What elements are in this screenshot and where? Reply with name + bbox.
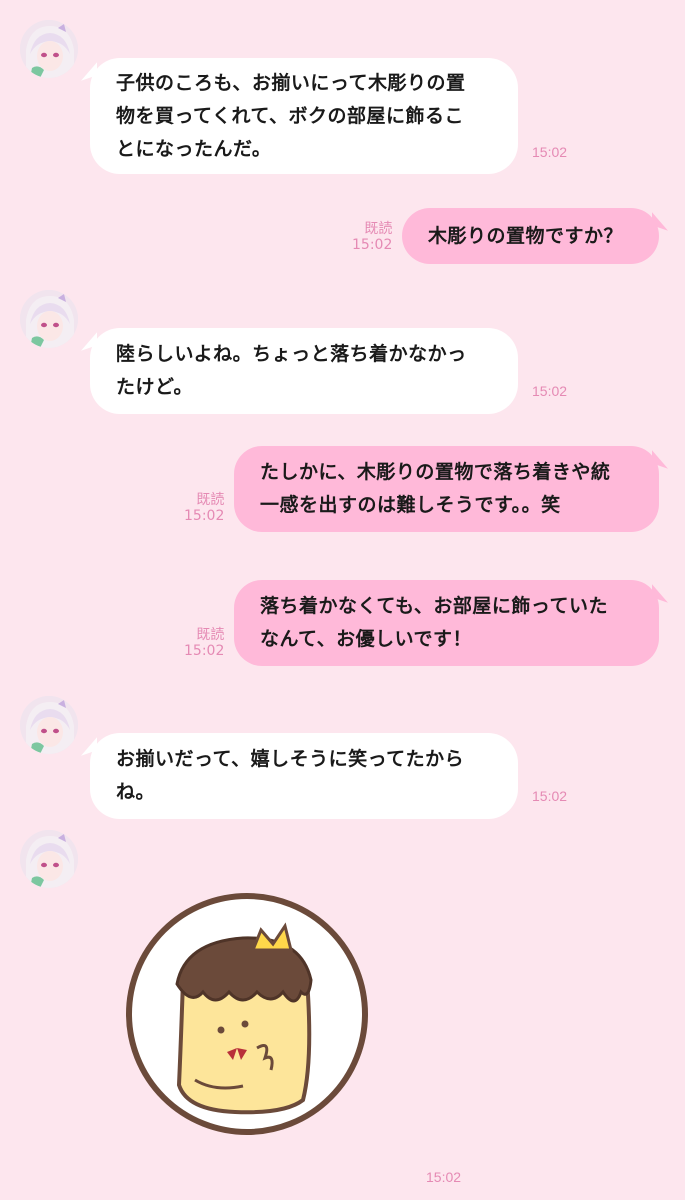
avatar[interactable] <box>20 290 78 348</box>
read-label: 既読 <box>196 627 225 643</box>
read-receipt: 既読 15:02 <box>352 221 392 253</box>
message-text: 陸らしいよね。ちょっと落ち着かなかっ <box>116 343 467 365</box>
message-time: 15:02 <box>184 508 225 524</box>
message-bubble[interactable]: たしかに、木彫りの置物で落ち着きや統 一感を出すのは難しそうです。。笑 <box>234 446 659 532</box>
message-time: 15:02 <box>532 144 568 160</box>
message-text: 木彫りの置物ですか？ <box>428 224 624 247</box>
message-text: たしかに、木彫りの置物で落ち着きや統 <box>260 461 611 483</box>
message-time: 15:02 <box>184 643 225 659</box>
avatar-icon <box>20 830 78 888</box>
message-time: 15:02 <box>426 1169 462 1185</box>
avatar[interactable] <box>20 696 78 754</box>
message-bubble[interactable]: 陸らしいよね。ちょっと落ち着かなかっ たけど。 <box>90 328 518 414</box>
message-text: ね。 <box>116 781 156 803</box>
message-time: 15:02 <box>352 237 393 253</box>
avatar[interactable] <box>20 830 78 888</box>
message-time: 15:02 <box>532 788 568 804</box>
avatar[interactable] <box>20 20 78 78</box>
message-text: なんて、お優しいです！ <box>260 628 473 650</box>
avatar-icon <box>20 20 78 78</box>
message-bubble[interactable]: お揃いだって、嬉しそうに笑ってたから ね。 <box>90 733 518 819</box>
message-bubble[interactable]: 子供のころも、お揃いにって木彫りの置 物を買ってくれて、ボクの部屋に飾るこ とに… <box>90 58 518 174</box>
pudding-crown-sticker-icon <box>126 893 368 1135</box>
message-text: 落ち着かなくても、お部屋に飾っていた <box>260 595 608 617</box>
message-time: 15:02 <box>532 383 568 399</box>
message-text: とになったんだ。 <box>116 137 272 160</box>
message-text: たけど。 <box>116 376 194 398</box>
read-label: 既読 <box>196 492 225 508</box>
message-text: 一感を出すのは難しそうです。。笑 <box>260 494 561 516</box>
read-receipt: 既読 15:02 <box>184 492 224 524</box>
message-text: 物を買ってくれて、ボクの部屋に飾るこ <box>116 104 464 127</box>
avatar-icon <box>20 290 78 348</box>
read-receipt: 既読 15:02 <box>184 627 224 659</box>
sticker[interactable] <box>125 880 371 1146</box>
read-label: 既読 <box>364 221 393 237</box>
message-text: 子供のころも、お揃いにって木彫りの置 <box>116 71 466 94</box>
message-text: お揃いだって、嬉しそうに笑ってたから <box>116 748 465 770</box>
avatar-icon <box>20 696 78 754</box>
message-bubble[interactable]: 木彫りの置物ですか？ <box>402 208 659 264</box>
message-bubble[interactable]: 落ち着かなくても、お部屋に飾っていた なんて、お優しいです！ <box>234 580 659 666</box>
